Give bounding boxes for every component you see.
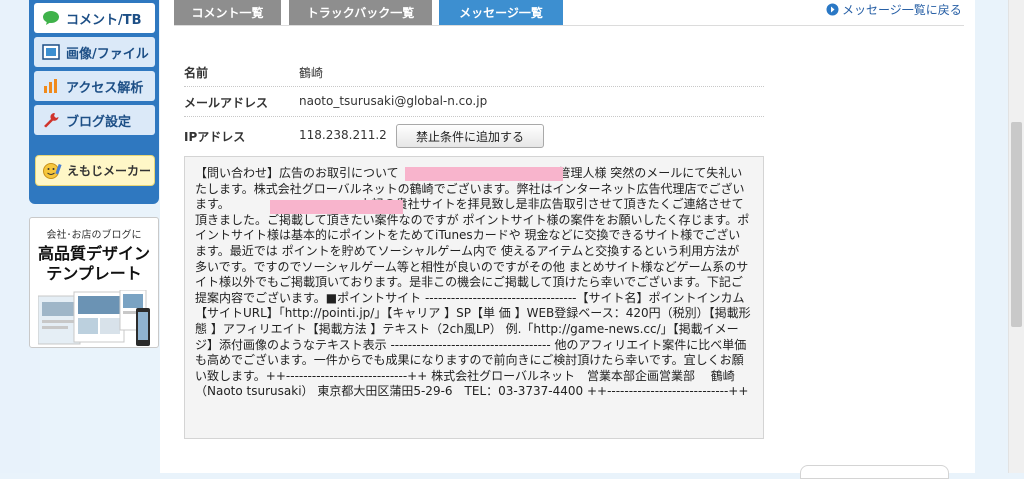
tab-divider (174, 25, 964, 26)
message-body: 【問い合わせ】広告のお取引について 管理人様 突然のメールにて失礼いたします。株… (184, 156, 764, 439)
name-value: 鶴崎 (299, 66, 324, 80)
sidebar-item-label: 画像/ファイル (66, 46, 149, 62)
sidebar-menu: コメント/TB 画像/ファイル アクセス解析 ブログ設定 えもじメーカー (29, 0, 159, 204)
email-value: naoto_tsurusaki@global-n.co.jp (299, 94, 488, 108)
scrollbar-thumb[interactable] (1011, 122, 1022, 327)
banner-line-1: 会社･お店のブログに (46, 230, 142, 241)
detail-row-email: メールアドレス naoto_tsurusaki@global-n.co.jp (184, 87, 764, 117)
template-preview-image (37, 289, 150, 346)
emoji-maker-label: えもじメーカー (67, 164, 152, 178)
tab-message-list[interactable]: メッセージ一覧 (439, 0, 563, 25)
banner-line-2: 高品質デザイン (37, 244, 150, 263)
ip-label: IPアドレス (184, 130, 246, 144)
bar-chart-icon (42, 78, 60, 94)
vertical-scrollbar[interactable] (1008, 0, 1024, 473)
back-to-message-list-link[interactable]: メッセージ一覧に戻る (826, 1, 962, 18)
ip-value: 118.238.211.2 (299, 128, 387, 142)
image-icon (42, 44, 60, 60)
smiley-face-icon (42, 162, 62, 180)
banner-line-3: テンプレート (46, 264, 142, 283)
tab-trackback-list[interactable]: トラックバック一覧 (289, 0, 432, 25)
tab-label: コメント一覧 (191, 6, 264, 20)
sidebar-item-image-file[interactable]: 画像/ファイル (34, 37, 155, 67)
tab-label: トラックバック一覧 (306, 6, 415, 20)
comment-bubble-icon (42, 10, 60, 26)
sidebar-item-label: アクセス解析 (66, 80, 144, 96)
arrow-right-circle-icon (826, 3, 839, 16)
sidebar-item-label: ブログ設定 (66, 114, 132, 130)
tab-comment-list[interactable]: コメント一覧 (174, 0, 281, 25)
redaction-mark (405, 167, 563, 181)
email-label: メールアドレス (184, 96, 269, 110)
tab-label: メッセージ一覧 (459, 6, 543, 20)
sidebar-item-blog-settings[interactable]: ブログ設定 (34, 105, 155, 135)
design-template-banner[interactable]: 会社･お店のブログに 高品質デザイン テンプレート (29, 217, 159, 348)
detail-row-name: 名前 鶴崎 (184, 57, 764, 87)
add-to-ban-list-button[interactable]: 禁止条件に追加する (396, 124, 544, 148)
page-background-right (975, 0, 1008, 473)
sidebar-item-comment-tb[interactable]: コメント/TB (34, 3, 155, 33)
name-label: 名前 (184, 66, 209, 80)
wrench-icon (42, 112, 60, 128)
sidebar-item-access-analysis[interactable]: アクセス解析 (34, 71, 155, 101)
back-link-label: メッセージ一覧に戻る (842, 3, 962, 17)
sidebar-item-label: コメント/TB (66, 12, 142, 28)
bottom-panel-edge (800, 465, 949, 479)
redaction-mark (270, 200, 403, 214)
emoji-maker-button[interactable]: えもじメーカー (35, 155, 155, 186)
